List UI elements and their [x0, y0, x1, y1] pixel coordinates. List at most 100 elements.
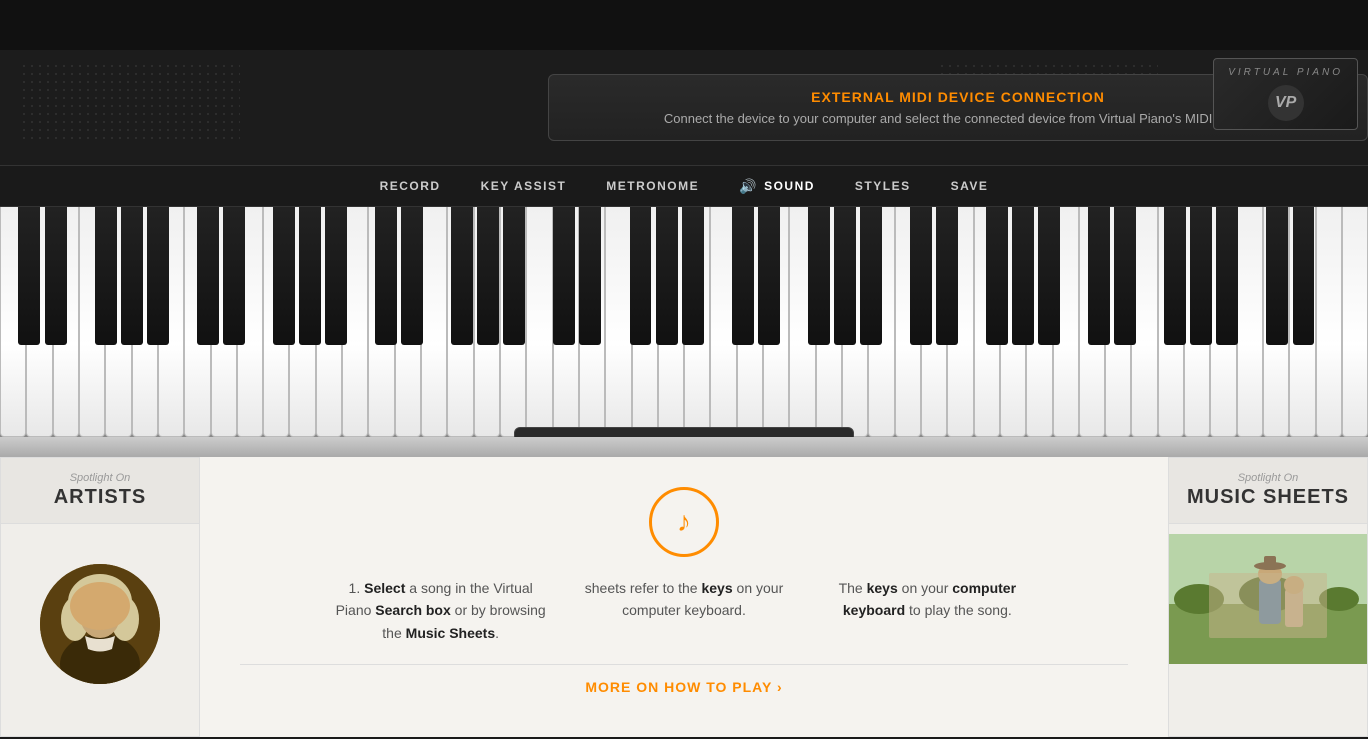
- more-link-text: MORE ON HOW TO PLAY: [585, 679, 772, 695]
- spotlight-music-sheets-card[interactable]: Spotlight On MUSIC SHEETS: [1168, 457, 1368, 737]
- toolbar-metronome[interactable]: METRONOME: [606, 179, 699, 193]
- spotlight-music-sheets-title: MUSIC SHEETS: [1183, 486, 1353, 509]
- toolbar-sound-label: SOUND: [764, 179, 815, 193]
- white-key[interactable]: [1263, 207, 1289, 437]
- white-key[interactable]: [26, 207, 52, 437]
- white-key[interactable]: [132, 207, 158, 437]
- piano-keys-area[interactable]: × − ON 0 SUSTAIN +: [0, 207, 1368, 437]
- white-key[interactable]: [1237, 207, 1263, 437]
- music-note-icon: ♪: [649, 487, 719, 557]
- white-key[interactable]: [289, 207, 315, 437]
- white-key[interactable]: [658, 207, 684, 437]
- white-key[interactable]: [1000, 207, 1026, 437]
- step-3-text: The keys on your computer keyboard to pl…: [821, 577, 1034, 622]
- spotlight-artists-subtitle: Spotlight On: [15, 472, 185, 484]
- white-key[interactable]: [763, 207, 789, 437]
- more-link-arrow-icon: ›: [777, 679, 783, 695]
- how-step-1: 1. Select a song in the Virtual Piano Se…: [334, 577, 547, 644]
- toolbar-styles-label: STYLES: [855, 179, 911, 193]
- white-key[interactable]: [105, 207, 131, 437]
- piano-bottom: [0, 437, 1368, 457]
- spotlight-music-sheets-subtitle: Spotlight On: [1183, 472, 1353, 484]
- music-sheet-photo: [1169, 534, 1367, 664]
- spotlight-artists-title: ARTISTS: [15, 486, 185, 509]
- white-key[interactable]: [737, 207, 763, 437]
- white-key[interactable]: [632, 207, 658, 437]
- white-key[interactable]: [1342, 207, 1368, 437]
- how-step-3: The keys on your computer keyboard to pl…: [821, 577, 1034, 644]
- white-key[interactable]: [368, 207, 394, 437]
- step-2-text: sheets refer to the keys on your compute…: [577, 577, 790, 622]
- white-key[interactable]: [158, 207, 184, 437]
- toolbar-save-label: SAVE: [951, 179, 989, 193]
- white-key[interactable]: [0, 207, 26, 437]
- dot-decoration-left: [20, 62, 240, 142]
- white-key[interactable]: [1316, 207, 1342, 437]
- logo-badge: VP: [1268, 85, 1304, 121]
- white-key[interactable]: [1026, 207, 1052, 437]
- white-key[interactable]: [895, 207, 921, 437]
- white-key[interactable]: [947, 207, 973, 437]
- white-key[interactable]: [447, 207, 473, 437]
- toolbar: RECORD KEY ASSIST METRONOME 🔊 SOUND STYL…: [0, 165, 1368, 207]
- toolbar-key-assist[interactable]: KEY ASSIST: [481, 179, 567, 193]
- white-key[interactable]: [526, 207, 552, 437]
- sound-panel: × − ON 0 SUSTAIN +: [514, 427, 854, 437]
- speaker-icon: 🔊: [739, 178, 758, 195]
- white-key[interactable]: [1210, 207, 1236, 437]
- white-key[interactable]: [237, 207, 263, 437]
- white-key[interactable]: [579, 207, 605, 437]
- more-link[interactable]: MORE ON HOW TO PLAY ›: [240, 664, 1128, 695]
- white-key[interactable]: [474, 207, 500, 437]
- music-note-symbol: ♪: [677, 506, 691, 538]
- white-key[interactable]: [342, 207, 368, 437]
- white-key[interactable]: [974, 207, 1000, 437]
- logo-text: VIRTUAL PIANO: [1228, 67, 1343, 78]
- white-key[interactable]: [1079, 207, 1105, 437]
- white-key[interactable]: [842, 207, 868, 437]
- white-key[interactable]: [1289, 207, 1315, 437]
- how-to-play: 1. Select a song in the Virtual Piano Se…: [334, 577, 1034, 644]
- white-key[interactable]: [816, 207, 842, 437]
- white-key[interactable]: [684, 207, 710, 437]
- spotlight-artists-card[interactable]: Spotlight On ARTISTS: [0, 457, 200, 737]
- top-bar: [0, 0, 1368, 50]
- how-step-2: sheets refer to the keys on your compute…: [577, 577, 790, 644]
- white-key[interactable]: [79, 207, 105, 437]
- step-1-text: 1. Select a song in the Virtual Piano Se…: [334, 577, 547, 644]
- white-key[interactable]: [421, 207, 447, 437]
- toolbar-metronome-label: METRONOME: [606, 179, 699, 193]
- composer-portrait: [40, 564, 160, 684]
- spotlight-artists-header: Spotlight On ARTISTS: [1, 458, 199, 524]
- white-key[interactable]: [500, 207, 526, 437]
- white-keys: [0, 207, 1368, 437]
- white-key[interactable]: [921, 207, 947, 437]
- white-key[interactable]: [789, 207, 815, 437]
- white-key[interactable]: [53, 207, 79, 437]
- white-key[interactable]: [605, 207, 631, 437]
- white-key[interactable]: [1131, 207, 1157, 437]
- toolbar-sound[interactable]: 🔊 SOUND: [739, 178, 815, 195]
- white-key[interactable]: [395, 207, 421, 437]
- white-key[interactable]: [553, 207, 579, 437]
- toolbar-record-label: RECORD: [380, 179, 441, 193]
- white-key[interactable]: [1053, 207, 1079, 437]
- white-key[interactable]: [868, 207, 894, 437]
- toolbar-record[interactable]: RECORD: [380, 179, 441, 193]
- white-key[interactable]: [184, 207, 210, 437]
- white-key[interactable]: [1184, 207, 1210, 437]
- toolbar-styles[interactable]: STYLES: [855, 179, 911, 193]
- white-key[interactable]: [1105, 207, 1131, 437]
- toolbar-key-assist-label: KEY ASSIST: [481, 179, 567, 193]
- piano-section: EXTERNAL MIDI DEVICE CONNECTION Connect …: [0, 50, 1368, 457]
- white-key[interactable]: [316, 207, 342, 437]
- white-key[interactable]: [1158, 207, 1184, 437]
- white-key[interactable]: [211, 207, 237, 437]
- white-key[interactable]: [263, 207, 289, 437]
- virtual-piano-logo: VIRTUAL PIANO VP: [1213, 58, 1358, 130]
- artist-image: [40, 564, 160, 684]
- bottom-section: Spotlight On ARTISTS: [0, 457, 1368, 737]
- toolbar-save[interactable]: SAVE: [951, 179, 989, 193]
- white-key[interactable]: [710, 207, 736, 437]
- center-content: ♪ 1. Select a song in the Virtual Piano …: [200, 457, 1168, 737]
